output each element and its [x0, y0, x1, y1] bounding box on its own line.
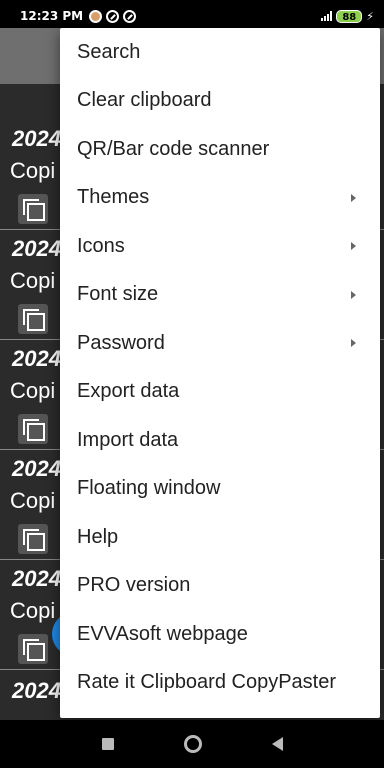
clip-text: Copi	[10, 488, 56, 513]
navigation-bar	[0, 720, 384, 768]
clip-date: 2024	[12, 678, 61, 703]
menu-item-label: Password	[77, 331, 165, 354]
menu-item-search[interactable]: Search	[60, 28, 380, 77]
copy-icon[interactable]	[18, 194, 48, 224]
menu-item-label: Clear clipboard	[77, 89, 212, 112]
menu-item-label: Export data	[77, 380, 180, 403]
menu-item-icons[interactable]: Icons	[60, 222, 380, 271]
status-notification-icons	[89, 9, 137, 23]
clip-text: Copi	[10, 378, 56, 403]
submenu-arrow-icon	[351, 290, 356, 299]
menu-item-pro-version[interactable]: PRO version	[60, 562, 380, 611]
menu-item-password[interactable]: Password	[60, 319, 380, 368]
back-button[interactable]	[271, 737, 283, 751]
status-system-icons: 88 ⚡	[321, 9, 374, 23]
menu-item-help[interactable]: Help	[60, 513, 380, 562]
menu-item-label: QR/Bar code scanner	[77, 137, 270, 160]
menu-item-floating-window[interactable]: Floating window	[60, 465, 380, 514]
submenu-arrow-icon	[351, 193, 356, 202]
status-time: 12:23 PM	[20, 9, 84, 23]
clip-text: Copi	[10, 158, 56, 183]
recents-button[interactable]	[101, 738, 114, 750]
menu-item-label: Help	[77, 525, 119, 548]
copy-icon[interactable]	[18, 634, 48, 664]
menu-item-label: Search	[77, 40, 141, 63]
menu-item-label: Floating window	[77, 477, 221, 500]
clip-date: 2024	[12, 456, 61, 481]
menu-item-rate-app[interactable]: Rate it Clipboard CopyPaster	[60, 659, 380, 708]
clip-date: 2024	[12, 126, 61, 151]
sync-icon	[106, 9, 120, 23]
menu-item-label: Import data	[77, 428, 179, 451]
menu-item-qr-scanner[interactable]: QR/Bar code scanner	[60, 125, 380, 174]
menu-item-label: Font size	[77, 283, 159, 306]
menu-item-label: Icons	[77, 234, 125, 257]
menu-item-label: Rate it Clipboard CopyPaster	[77, 671, 337, 694]
home-button[interactable]	[183, 735, 202, 753]
submenu-arrow-icon	[351, 339, 356, 348]
overflow-menu: Search Clear clipboard QR/Bar code scann…	[60, 28, 380, 718]
clip-date: 2024	[12, 566, 61, 591]
clip-text: Copi	[10, 598, 56, 623]
menu-item-font-size[interactable]: Font size	[60, 271, 380, 320]
menu-item-clear-clipboard[interactable]: Clear clipboard	[60, 77, 380, 126]
copy-icon[interactable]	[18, 304, 48, 334]
signal-icon	[321, 11, 333, 21]
menu-item-label: PRO version	[77, 574, 191, 597]
clip-text: Copi	[10, 268, 56, 293]
copy-icon[interactable]	[18, 414, 48, 444]
clip-date: 2024	[12, 346, 61, 371]
menu-item-evvasoft-webpage[interactable]: EVVAsoft webpage	[60, 610, 380, 659]
submenu-arrow-icon	[351, 242, 356, 251]
menu-item-label: EVVAsoft webpage	[77, 622, 248, 645]
charging-bolt-icon: ⚡	[366, 9, 374, 23]
menu-item-themes[interactable]: Themes	[60, 174, 380, 223]
sync-icon	[123, 9, 137, 23]
copy-icon[interactable]	[18, 524, 48, 554]
clip-date: 2024	[12, 236, 61, 261]
menu-item-export-data[interactable]: Export data	[60, 368, 380, 417]
notification-app-icon	[89, 9, 103, 23]
menu-item-label: Themes	[77, 186, 150, 209]
menu-item-import-data[interactable]: Import data	[60, 416, 380, 465]
battery-icon: 88	[336, 9, 363, 23]
